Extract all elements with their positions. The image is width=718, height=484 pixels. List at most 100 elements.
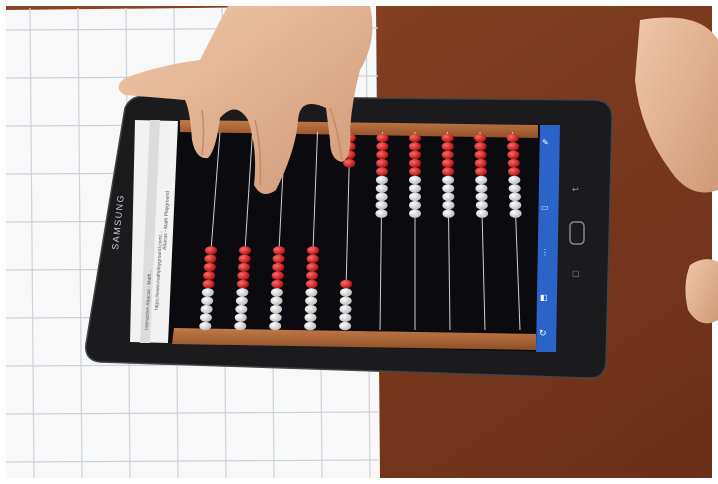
abacus-bead[interactable] bbox=[199, 313, 212, 322]
abacus-bead[interactable] bbox=[305, 279, 318, 289]
abacus-bead[interactable] bbox=[409, 192, 421, 202]
abacus-bead[interactable] bbox=[409, 184, 421, 193]
recent-apps-icon[interactable]: ▢ bbox=[572, 269, 580, 278]
abacus-bead[interactable] bbox=[442, 200, 455, 210]
abacus-bead[interactable] bbox=[234, 321, 247, 331]
abacus-bead[interactable] bbox=[235, 304, 248, 314]
abacus-bead[interactable] bbox=[236, 288, 249, 297]
abacus-bead[interactable] bbox=[442, 175, 455, 185]
abacus-bead[interactable] bbox=[409, 167, 421, 176]
abacus-bead[interactable] bbox=[376, 158, 389, 168]
abacus-bead[interactable] bbox=[270, 304, 283, 314]
abacus-bead[interactable] bbox=[238, 254, 251, 264]
abacus-bead[interactable] bbox=[442, 192, 455, 202]
abacus-bead[interactable] bbox=[239, 246, 252, 255]
abacus-bead[interactable] bbox=[508, 184, 521, 193]
abacus-bead[interactable] bbox=[375, 175, 388, 185]
abacus-bead[interactable] bbox=[271, 271, 284, 280]
abacus-bead[interactable] bbox=[474, 142, 487, 151]
abacus-bead[interactable] bbox=[235, 296, 248, 306]
abacus-bead[interactable] bbox=[339, 304, 352, 314]
abacus-bead[interactable] bbox=[509, 209, 522, 218]
abacus-bead[interactable] bbox=[508, 192, 521, 202]
abacus-bead[interactable] bbox=[340, 279, 353, 289]
abacus-bead[interactable] bbox=[409, 209, 421, 218]
abacus-bead[interactable] bbox=[409, 142, 421, 151]
abacus-bead[interactable] bbox=[506, 133, 519, 143]
abacus-bead[interactable] bbox=[409, 200, 421, 210]
abacus-bead[interactable] bbox=[270, 296, 283, 306]
abacus-bead[interactable] bbox=[474, 133, 487, 143]
abacus-bead[interactable] bbox=[442, 209, 455, 218]
abacus-bead[interactable] bbox=[201, 288, 214, 297]
abacus-bead[interactable] bbox=[306, 271, 319, 280]
tabs-icon[interactable]: ▭ bbox=[541, 203, 549, 212]
abacus-bead[interactable] bbox=[205, 246, 218, 255]
abacus-bead[interactable] bbox=[204, 254, 217, 264]
abacus-bead[interactable] bbox=[475, 167, 487, 176]
abacus-bead[interactable] bbox=[409, 158, 421, 168]
abacus-bead[interactable] bbox=[203, 271, 216, 280]
refresh-icon[interactable]: ↻ bbox=[539, 328, 547, 338]
abacus-bead[interactable] bbox=[475, 192, 488, 202]
abacus-bead[interactable] bbox=[376, 150, 389, 160]
abacus-bead[interactable] bbox=[202, 279, 215, 289]
abacus-bead[interactable] bbox=[339, 288, 352, 297]
shield-icon[interactable]: ◧ bbox=[540, 293, 548, 302]
abacus-bead[interactable] bbox=[409, 150, 421, 160]
abacus-bead[interactable] bbox=[508, 175, 521, 185]
abacus-bead[interactable] bbox=[306, 254, 319, 264]
abacus-bead[interactable] bbox=[441, 142, 454, 151]
abacus-bead[interactable] bbox=[474, 150, 487, 160]
abacus-bead[interactable] bbox=[441, 133, 454, 143]
abacus-bead[interactable] bbox=[409, 133, 421, 143]
abacus-bead[interactable] bbox=[375, 200, 388, 210]
abacus-bead[interactable] bbox=[442, 184, 455, 193]
abacus-bead[interactable] bbox=[199, 321, 212, 331]
abacus-bead[interactable] bbox=[474, 158, 487, 168]
abacus-bead[interactable] bbox=[475, 200, 488, 210]
abacus-bead[interactable] bbox=[201, 296, 214, 306]
abacus-bead[interactable] bbox=[306, 262, 319, 272]
abacus-bead[interactable] bbox=[375, 184, 388, 193]
abacus-bead[interactable] bbox=[305, 296, 318, 306]
abacus-bead[interactable] bbox=[307, 246, 320, 255]
abacus-bead[interactable] bbox=[509, 200, 522, 210]
abacus-bead[interactable] bbox=[273, 246, 286, 255]
abacus-bead[interactable] bbox=[237, 262, 250, 272]
abacus-bead[interactable] bbox=[441, 158, 454, 168]
abacus-bead[interactable] bbox=[441, 150, 454, 160]
abacus-bead[interactable] bbox=[271, 279, 284, 289]
abacus-bead[interactable] bbox=[508, 167, 520, 176]
back-key-icon[interactable]: ↩ bbox=[572, 185, 579, 194]
grid-icon[interactable]: ⋮ bbox=[541, 248, 549, 257]
abacus-bead[interactable] bbox=[343, 158, 356, 168]
abacus-bead[interactable] bbox=[270, 288, 283, 297]
abacus-bead[interactable] bbox=[507, 158, 520, 168]
abacus-bead[interactable] bbox=[375, 209, 388, 218]
abacus-bead[interactable] bbox=[234, 313, 247, 322]
abacus-bead[interactable] bbox=[375, 192, 388, 202]
abacus-bead[interactable] bbox=[269, 313, 282, 322]
abacus-bead[interactable] bbox=[376, 142, 389, 151]
abacus-bead[interactable] bbox=[507, 150, 520, 160]
abacus-bead[interactable] bbox=[203, 262, 216, 272]
abacus-bead[interactable] bbox=[376, 133, 389, 143]
abacus-bead[interactable] bbox=[409, 175, 421, 185]
abacus-bead[interactable] bbox=[339, 296, 352, 306]
abacus-bead[interactable] bbox=[272, 254, 285, 264]
abacus-bead[interactable] bbox=[269, 321, 282, 331]
browser-side-bar[interactable] bbox=[536, 125, 560, 352]
abacus-bead[interactable] bbox=[475, 175, 488, 185]
abacus-bead[interactable] bbox=[236, 279, 249, 289]
abacus-bead[interactable] bbox=[304, 321, 317, 331]
abacus-bead[interactable] bbox=[237, 271, 250, 280]
abacus-bead[interactable] bbox=[507, 142, 520, 151]
abacus-bead[interactable] bbox=[305, 288, 318, 297]
abacus-bead[interactable] bbox=[304, 313, 317, 322]
edit-icon[interactable]: ✎ bbox=[542, 138, 549, 147]
abacus-bead[interactable] bbox=[200, 304, 213, 314]
abacus-bead[interactable] bbox=[272, 262, 285, 272]
abacus-bead[interactable] bbox=[304, 304, 317, 314]
abacus-bead[interactable] bbox=[376, 167, 388, 176]
